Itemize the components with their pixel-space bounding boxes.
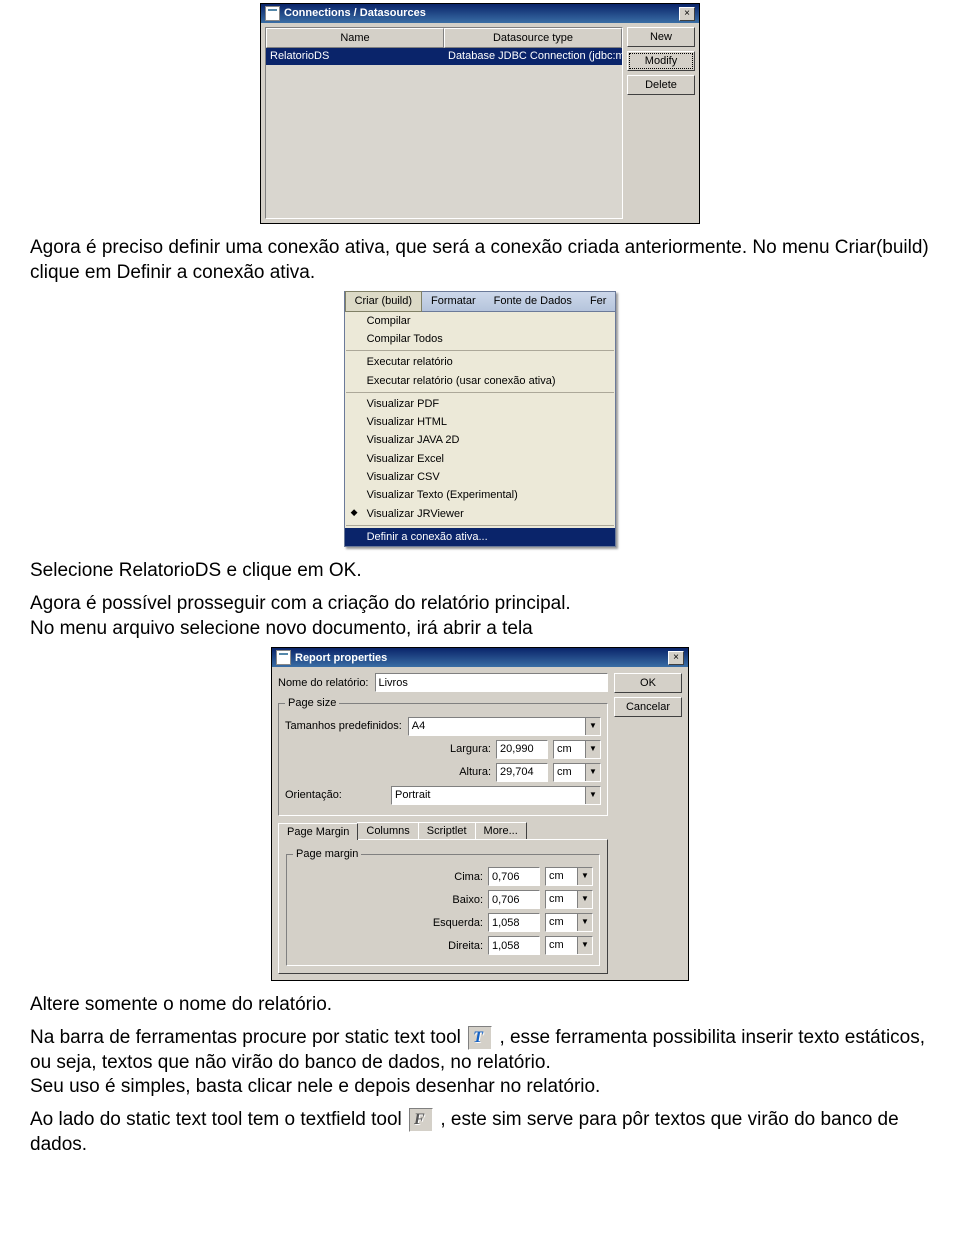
column-header-type[interactable]: Datasource type <box>444 28 622 48</box>
tab-columns[interactable]: Columns <box>357 822 418 839</box>
width-unit-combo[interactable]: cm▼ <box>553 740 601 759</box>
textfield-tool-icon[interactable]: F <box>409 1108 433 1132</box>
column-header-name[interactable]: Name <box>266 28 444 48</box>
paragraph: Altere somente o nome do relatório. <box>30 993 930 1018</box>
width-input[interactable] <box>496 740 548 759</box>
label-tamanhos: Tamanhos predefinidos: <box>285 719 402 733</box>
menu-item-jrviewer[interactable]: Visualizar JRViewer <box>345 505 616 523</box>
paragraph: Na barra de ferramentas procure por stat… <box>30 1026 930 1100</box>
menu-top-formatar[interactable]: Formatar <box>422 292 485 310</box>
menu-separator <box>346 350 615 351</box>
chevron-down-icon: ▼ <box>585 741 600 758</box>
page-margin-group: Page margin Cima: cm▼ Baixo: cm▼ Es <box>286 847 600 966</box>
dialog-titlebar[interactable]: Connections / Datasources × <box>261 4 699 23</box>
ok-button[interactable]: OK <box>614 673 682 693</box>
cell-name: RelatorioDS <box>266 48 444 64</box>
report-name-input[interactable] <box>375 673 609 692</box>
menu-item-csv[interactable]: Visualizar CSV <box>345 468 616 486</box>
menu-top-fonte[interactable]: Fonte de Dados <box>485 292 581 310</box>
legend-page-size: Page size <box>285 696 339 710</box>
report-properties-dialog: Report properties × Nome do relatório: P… <box>271 647 689 981</box>
tab-page-margin[interactable]: Page Margin <box>278 823 358 840</box>
dialog-title: Connections / Datasources <box>284 6 679 20</box>
chevron-down-icon: ▼ <box>585 787 600 804</box>
table-row[interactable]: RelatorioDS Database JDBC Connection (jd… <box>266 48 622 64</box>
paragraph: Selecione RelatorioDS e clique em OK. <box>30 559 930 584</box>
paragraph: Agora é preciso definir uma conexão ativ… <box>30 236 930 285</box>
menu-item-definir-conexao[interactable]: Definir a conexão ativa... <box>345 528 616 546</box>
preset-size-combo[interactable]: A4▼ <box>408 717 601 736</box>
label-altura: Altura: <box>425 765 491 779</box>
paragraph: No menu arquivo selecione novo documento… <box>30 617 930 642</box>
legend-page-margin: Page margin <box>293 847 361 861</box>
menu-separator <box>346 525 615 526</box>
modify-button[interactable]: Modify <box>627 51 695 71</box>
menu-item-compilar-todos[interactable]: Compilar Todos <box>345 330 616 348</box>
new-button[interactable]: New <box>627 27 695 47</box>
chevron-down-icon: ▼ <box>577 868 592 885</box>
cancel-button[interactable]: Cancelar <box>614 697 682 717</box>
document-icon <box>265 6 280 21</box>
delete-button[interactable]: Delete <box>627 75 695 95</box>
dialog-titlebar[interactable]: Report properties × <box>272 648 688 667</box>
margin-bottom-input[interactable] <box>488 890 540 909</box>
margin-top-input[interactable] <box>488 867 540 886</box>
margin-left-input[interactable] <box>488 913 540 932</box>
dialog-title: Report properties <box>295 651 668 665</box>
label-baixo: Baixo: <box>417 893 483 907</box>
label-largura: Largura: <box>425 742 491 756</box>
margin-top-unit[interactable]: cm▼ <box>545 867 593 886</box>
height-input[interactable] <box>496 763 548 782</box>
close-icon[interactable]: × <box>668 651 684 665</box>
menu-top-fer[interactable]: Fer <box>581 292 616 310</box>
menu-item-texto[interactable]: Visualizar Texto (Experimental) <box>345 486 616 504</box>
chevron-down-icon: ▼ <box>577 891 592 908</box>
tab-content: Page margin Cima: cm▼ Baixo: cm▼ Es <box>278 839 608 974</box>
static-text-tool-icon[interactable]: T <box>468 1026 492 1050</box>
paragraph: Agora é possível prosseguir com a criaçã… <box>30 592 930 617</box>
margin-right-unit[interactable]: cm▼ <box>545 936 593 955</box>
menu-item-pdf[interactable]: Visualizar PDF <box>345 395 616 413</box>
label-orientacao: Orientação: <box>285 788 385 802</box>
chevron-down-icon: ▼ <box>577 914 592 931</box>
paragraph: Ao lado do static text tool tem o textfi… <box>30 1108 930 1157</box>
menu-item-compilar[interactable]: Compilar <box>345 312 616 330</box>
menu-item-executar-ativa[interactable]: Executar relatório (usar conexão ativa) <box>345 372 616 390</box>
menu-item-executar[interactable]: Executar relatório <box>345 353 616 371</box>
menubar[interactable]: Criar (build) Formatar Fonte de Dados Fe… <box>345 292 616 311</box>
document-icon <box>276 650 291 665</box>
chevron-down-icon: ▼ <box>585 764 600 781</box>
label-direita: Direita: <box>417 939 483 953</box>
tabs: Page Margin Columns Scriptlet More... <box>278 822 608 839</box>
connections-dialog: Connections / Datasources × Name Datasou… <box>260 3 700 224</box>
tab-more[interactable]: More... <box>475 822 527 839</box>
label-cima: Cima: <box>417 870 483 884</box>
orientation-combo[interactable]: Portrait▼ <box>391 786 601 805</box>
margin-right-input[interactable] <box>488 936 540 955</box>
chevron-down-icon: ▼ <box>585 718 600 735</box>
label-esquerda: Esquerda: <box>417 916 483 930</box>
menu-item-excel[interactable]: Visualizar Excel <box>345 450 616 468</box>
build-menu: Criar (build) Formatar Fonte de Dados Fe… <box>344 291 617 547</box>
label-nome: Nome do relatório: <box>278 676 369 690</box>
margin-bottom-unit[interactable]: cm▼ <box>545 890 593 909</box>
close-icon[interactable]: × <box>679 7 695 21</box>
datasource-grid[interactable]: Name Datasource type RelatorioDS Databas… <box>265 27 623 219</box>
page-size-group: Page size Tamanhos predefinidos: A4▼ Lar… <box>278 696 608 815</box>
menu-item-java2d[interactable]: Visualizar JAVA 2D <box>345 431 616 449</box>
menu-top-build[interactable]: Criar (build) <box>345 291 422 311</box>
tab-scriptlet[interactable]: Scriptlet <box>418 822 476 839</box>
cell-type: Database JDBC Connection (jdbc:my... <box>444 48 622 64</box>
menu-item-html[interactable]: Visualizar HTML <box>345 413 616 431</box>
margin-left-unit[interactable]: cm▼ <box>545 913 593 932</box>
menu-separator <box>346 392 615 393</box>
chevron-down-icon: ▼ <box>577 937 592 954</box>
height-unit-combo[interactable]: cm▼ <box>553 763 601 782</box>
